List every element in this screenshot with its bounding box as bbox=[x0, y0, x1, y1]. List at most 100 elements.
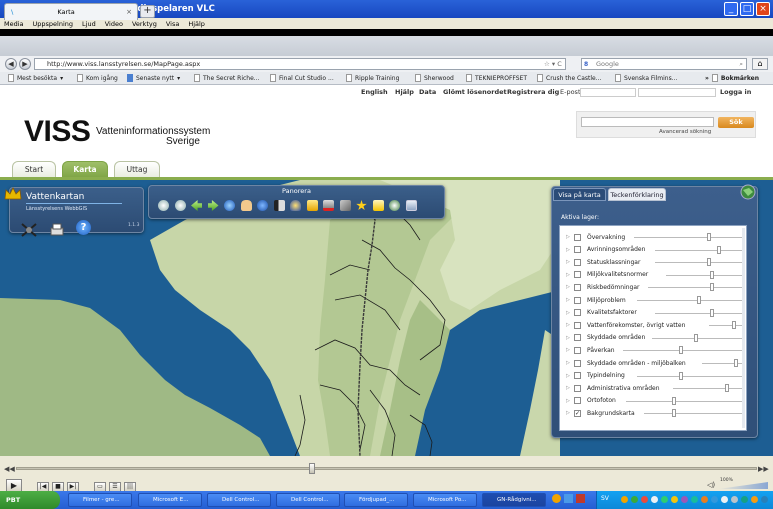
highlight-icon[interactable] bbox=[306, 200, 318, 211]
search-button[interactable]: Sök bbox=[718, 117, 754, 128]
layer-checkbox[interactable] bbox=[574, 359, 581, 367]
tray-icon[interactable] bbox=[621, 496, 628, 503]
back-button[interactable]: ◀ bbox=[5, 58, 17, 70]
bookmark-item[interactable]: Ripple Training bbox=[346, 74, 399, 82]
opacity-slider[interactable] bbox=[637, 375, 742, 377]
layer-checkbox[interactable] bbox=[574, 233, 581, 241]
quicklaunch-icon[interactable] bbox=[576, 494, 585, 503]
menu-view[interactable]: Visa bbox=[166, 20, 179, 28]
layer-row[interactable]: ▷ Administrativa områden bbox=[560, 382, 748, 394]
menu-playback[interactable]: Uppspelning bbox=[33, 20, 74, 28]
menu-tools[interactable]: Verktyg bbox=[132, 20, 157, 28]
new-tab-button[interactable]: + bbox=[140, 5, 155, 18]
expand-arrow-icon[interactable]: ▷ bbox=[566, 322, 574, 328]
close-button[interactable]: × bbox=[756, 2, 770, 16]
seek-handle[interactable] bbox=[309, 463, 316, 474]
expand-arrow-icon[interactable]: ▷ bbox=[566, 360, 574, 366]
measure-icon[interactable] bbox=[273, 200, 285, 211]
taskbar-item[interactable]: Fördjupad_... bbox=[344, 493, 408, 507]
layer-row[interactable]: ▷ Riskbedömningar bbox=[560, 281, 748, 293]
tab-legend[interactable]: Teckenförklaring bbox=[608, 188, 666, 201]
opacity-slider-thumb[interactable] bbox=[709, 270, 714, 279]
link-register[interactable]: Registrera dig bbox=[507, 88, 559, 96]
layer-list-scrollbar[interactable] bbox=[742, 228, 745, 428]
link-help[interactable]: Hjälp bbox=[395, 88, 414, 96]
tray-icon[interactable] bbox=[661, 496, 668, 503]
bookmark-item[interactable]: Crush the Castle... bbox=[537, 74, 601, 82]
url-star-reload-icon[interactable]: ☆ ▾ C bbox=[544, 58, 562, 70]
maximize-button[interactable]: □ bbox=[740, 2, 754, 16]
taskbar-item[interactable]: Microsoft E... bbox=[138, 493, 202, 507]
opacity-slider-thumb[interactable] bbox=[709, 283, 714, 292]
info-icon[interactable] bbox=[257, 200, 268, 211]
tab-show-on-map[interactable]: Visa på karta bbox=[553, 188, 606, 201]
pan-hand-icon[interactable] bbox=[240, 200, 252, 211]
opacity-slider[interactable] bbox=[673, 388, 742, 390]
layer-row[interactable]: ▷ Skyddade områden bbox=[560, 332, 748, 344]
bookmark-item[interactable]: Svenska Filmins... bbox=[615, 74, 677, 82]
menu-audio[interactable]: Ljud bbox=[82, 20, 96, 28]
quicklaunch-icon[interactable] bbox=[564, 494, 573, 503]
site-search-input[interactable] bbox=[581, 117, 714, 127]
clear-icon[interactable] bbox=[323, 200, 334, 211]
opacity-slider[interactable] bbox=[666, 274, 742, 276]
print-icon[interactable] bbox=[49, 222, 65, 236]
expand-arrow-icon[interactable]: ▷ bbox=[566, 373, 574, 379]
tray-icon[interactable] bbox=[761, 496, 768, 503]
layer-checkbox[interactable] bbox=[574, 372, 581, 380]
bookmark-item[interactable]: Mest besökta ▾ bbox=[8, 74, 63, 82]
opacity-slider[interactable] bbox=[633, 237, 742, 238]
tray-icon[interactable] bbox=[631, 496, 638, 503]
expand-arrow-icon[interactable]: ▷ bbox=[566, 272, 574, 278]
tray-icon[interactable] bbox=[641, 496, 648, 503]
opacity-slider-thumb[interactable] bbox=[709, 308, 714, 317]
layer-checkbox[interactable] bbox=[574, 346, 581, 354]
link-data[interactable]: Data bbox=[419, 88, 436, 96]
site-logo[interactable]: VISS bbox=[24, 115, 91, 149]
zoom-in-icon[interactable] bbox=[158, 200, 169, 211]
taskbar-item[interactable]: Dell Control... bbox=[276, 493, 340, 507]
web-search-input[interactable]: 8 Google ⌕ bbox=[581, 58, 747, 70]
expand-arrow-icon[interactable]: ▷ bbox=[566, 259, 574, 265]
tray-icon[interactable] bbox=[671, 496, 678, 503]
layer-checkbox[interactable] bbox=[574, 283, 581, 291]
magnifier-icon[interactable]: ⌕ bbox=[739, 59, 743, 69]
help-icon[interactable]: ? bbox=[76, 220, 91, 235]
expand-arrow-icon[interactable]: ▷ bbox=[566, 335, 574, 341]
taskbar-item[interactable]: Filmer - gre... bbox=[68, 493, 132, 507]
layer-checkbox[interactable] bbox=[574, 334, 581, 342]
layer-checkbox[interactable] bbox=[574, 258, 581, 266]
note-icon[interactable] bbox=[372, 200, 384, 211]
bookmark-item[interactable]: Kom igång bbox=[77, 74, 118, 82]
tab-close-icon[interactable]: × bbox=[126, 8, 132, 16]
url-input[interactable]: http://www.viss.lansstyrelsen.se/MapPage… bbox=[34, 58, 566, 70]
taskbar-item-active[interactable]: GN-Rådgivni... bbox=[482, 493, 546, 507]
quicklaunch-icon[interactable] bbox=[552, 494, 561, 503]
back-arrow-icon[interactable] bbox=[191, 200, 202, 211]
opacity-slider-thumb[interactable] bbox=[706, 233, 711, 241]
tab-start[interactable]: Start bbox=[12, 161, 56, 178]
tools-icon[interactable] bbox=[20, 222, 38, 238]
expand-arrow-icon[interactable]: ▷ bbox=[566, 310, 574, 316]
opacity-slider[interactable] bbox=[648, 287, 742, 289]
layer-row[interactable]: ▷ Miljöproblem bbox=[560, 294, 748, 306]
layer-row[interactable]: ▷ ✓ Bakgrundskarta bbox=[560, 407, 748, 419]
expand-arrow-icon[interactable]: ▷ bbox=[566, 410, 574, 416]
opacity-slider[interactable] bbox=[626, 400, 742, 402]
tab-uttag[interactable]: Uttag bbox=[114, 161, 160, 178]
bookmark-item[interactable]: Final Cut Studio ... bbox=[270, 74, 334, 82]
advanced-search-link[interactable]: Avancerad sökning bbox=[659, 129, 711, 135]
tray-icon[interactable] bbox=[731, 496, 738, 503]
layer-row[interactable]: ▷ Avrinningsområden bbox=[560, 244, 748, 256]
opacity-slider[interactable] bbox=[655, 249, 742, 251]
layer-row[interactable]: ▷ Påverkan bbox=[560, 344, 748, 356]
layer-row[interactable]: ▷ Miljökvalitetsnormer bbox=[560, 269, 748, 281]
opacity-slider[interactable] bbox=[709, 325, 742, 327]
email-field[interactable] bbox=[580, 88, 636, 97]
tray-icon[interactable] bbox=[721, 496, 728, 503]
draw-icon[interactable] bbox=[339, 200, 351, 211]
tray-icon[interactable] bbox=[701, 496, 708, 503]
password-field[interactable] bbox=[638, 88, 716, 97]
expand-arrow-icon[interactable]: ▷ bbox=[566, 234, 574, 240]
select-person-icon[interactable] bbox=[290, 200, 301, 211]
